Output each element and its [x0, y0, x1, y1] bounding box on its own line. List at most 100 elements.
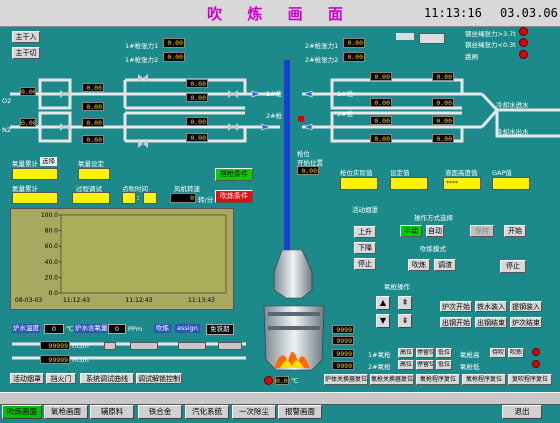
vessel-status-light — [264, 376, 273, 385]
lance-step-button[interactable]: 提钢装入 — [510, 301, 542, 312]
nav-lance-button[interactable]: 氧枪画面 — [44, 405, 88, 419]
lance-program-reset-button[interactable]: 氧枪程序复位 — [416, 374, 460, 385]
lance1-tension1-value: 0.00 — [163, 38, 185, 48]
lance-program-reset-button-2[interactable]: 氧枪程序复位 — [462, 374, 506, 385]
tap-end-button[interactable]: 出钢结束 — [475, 317, 507, 328]
n2-pressure-value-1: 0.00 — [82, 118, 104, 127]
oxy-content-unit: PPm — [128, 325, 143, 333]
active-hood-button[interactable]: 活动烟罩 — [10, 373, 44, 384]
o2-branch-value-2: 0.00 — [186, 93, 208, 102]
hood-down-button[interactable]: 下降 — [354, 242, 376, 254]
fan-speed-value: 0 — [170, 193, 196, 203]
vessel-bottom-value: 0.00 — [275, 376, 289, 385]
flow-valve-1[interactable] — [104, 342, 116, 350]
furnace-start-button[interactable]: 炉次开始 — [440, 301, 472, 312]
stop-button[interactable]: 停止 — [500, 260, 526, 273]
gun1-line-label: 1#枪 — [266, 90, 283, 98]
lance-down-arrow-icon[interactable]: ▼ — [376, 314, 390, 328]
blow-button[interactable]: 吹炼 — [408, 259, 430, 271]
x-date-prefix: 08-03-03 — [15, 297, 42, 304]
op-mode-label: 操作方式选择 — [414, 214, 453, 222]
furnace-switch-reset-button[interactable]: 炉体关换器复位 — [324, 374, 368, 385]
nav-vapor-system-button[interactable]: 汽化系统 — [185, 405, 229, 419]
main-cut-button[interactable]: 主干切 — [12, 47, 40, 59]
set-value-box[interactable] — [390, 177, 428, 190]
indicator-bar — [396, 33, 414, 40]
cw-value-4: 0.00 — [432, 98, 454, 107]
debug-unlock-button[interactable]: 调试解锁控制 — [136, 373, 182, 384]
flow-value-2: 99999 — [40, 355, 70, 364]
oxy-temp-label: 炉水温度 — [12, 324, 40, 333]
furnace-end-button[interactable]: 炉次结束 — [510, 317, 542, 328]
flow-gauge-1 — [130, 342, 158, 350]
flow-value-1: 99999 — [40, 341, 70, 350]
system-debug-curve-button[interactable]: 系统调试曲线 — [80, 373, 134, 384]
point-time-min[interactable] — [122, 192, 136, 204]
select-badge[interactable]: 选择 — [40, 157, 57, 166]
point-time-sec[interactable] — [143, 192, 157, 204]
reblow-program-reset-button[interactable]: 复吹程序复位 — [508, 374, 552, 385]
fire-gate-button[interactable]: 挡火门 — [46, 373, 76, 384]
hood-stop-button[interactable]: 停止 — [354, 258, 376, 270]
gun2-stay-status: 停留位 — [416, 360, 434, 370]
nav-exit-button[interactable]: 退出 — [502, 405, 542, 419]
nav-alarm-button[interactable]: 报警画面 — [278, 405, 322, 419]
gun2-line-label: 2#枪 — [266, 112, 283, 120]
hold-mode-button[interactable]: 保持 — [470, 225, 494, 237]
gap-value-box — [492, 177, 530, 190]
x-tick-label: 11:13:43 — [188, 297, 215, 304]
burn-condition-button[interactable]: 摆枪条件 — [215, 168, 253, 181]
lance-up-fast-arrow-icon[interactable]: ⇞ — [398, 296, 412, 310]
n2-pressure-value-2: 0.00 — [82, 135, 104, 144]
gun2-low-status: 低位 — [436, 360, 452, 370]
lance-low-label: 氧枪低 — [460, 363, 480, 371]
nav-ferroalloy-button[interactable]: 铁合金 — [138, 405, 182, 419]
flow-unit-1: m3/h — [72, 342, 89, 350]
lance-switch-reset-button[interactable]: 氧枪关换器复位 — [370, 374, 414, 385]
gun1-stay-status: 停留位 — [416, 348, 434, 358]
converter-vessel — [263, 250, 325, 371]
y-tick-label: 0.0 — [48, 290, 58, 297]
nav-dedust-button[interactable]: 一次除尘 — [232, 405, 276, 419]
gun1-status-label: 1#氧枪 — [368, 351, 391, 359]
fan-speed-label: 风机转速 — [174, 185, 200, 193]
refine-button[interactable]: 调渣 — [434, 259, 456, 271]
o2-total-value — [12, 168, 58, 180]
lance2-tension1-label: 2#枪张力1 — [305, 42, 339, 50]
nav-blowing-button[interactable]: 吹炼画面 — [2, 405, 42, 419]
vessel-bottom-unit: ℃ — [291, 377, 299, 385]
cw-value-2: 0.00 — [432, 72, 454, 81]
oxy-temp-value: 0 — [44, 324, 64, 334]
gun1-right-label: 1#枪 — [337, 90, 354, 98]
auto-mode-button[interactable]: 自动 — [426, 225, 444, 237]
blowing-screen: 吹 炼 画 面 11:13:16 03.03.06 主干入 主干切 1#枪张力1… — [0, 0, 560, 423]
manual-mode-button[interactable]: 手动 — [400, 225, 422, 237]
tap-start-button[interactable]: 出钢开始 — [440, 317, 472, 328]
alarm-label-high: 钢丝绳张力>3.7t — [465, 30, 516, 38]
hood-up-button[interactable]: 上升 — [354, 226, 376, 238]
start-button[interactable]: 开始 — [504, 225, 526, 237]
o2-flow-value-1: 0.00 — [20, 87, 36, 96]
y-tick-label: 60.0 — [45, 243, 59, 250]
o2-set-value[interactable] — [78, 168, 110, 180]
lance-op-label: 氧枪操作 — [384, 283, 410, 291]
alarm-label-low: 钢丝绳张力<0.3t — [465, 41, 516, 49]
o2-total-label: 氧量累计 — [12, 160, 38, 168]
lance-pipe — [284, 60, 290, 250]
cw-value-6: 0.00 — [432, 116, 454, 125]
lance2-tension1-value: 0.00 — [343, 38, 365, 48]
trend-chart-svg: 100.0 80.0 60.0 40.0 20.0 0.0 11:12:43 11:12:4… — [15, 212, 227, 304]
main-in-button[interactable]: 主干入 — [12, 31, 40, 43]
gun-low-light — [532, 360, 540, 368]
right-value-1: 9999 — [332, 325, 354, 334]
cooling-in-label: 冷却水进水 — [496, 101, 529, 109]
lance-down-fast-arrow-icon[interactable]: ⇟ — [398, 314, 412, 328]
blow-condition-button[interactable]: 吹炼条件 — [215, 190, 253, 203]
iron-in-button[interactable]: 铁水装入 — [475, 301, 507, 312]
nav-aux-material-button[interactable]: 辅原料 — [90, 405, 134, 419]
assign-label[interactable]: assign — [175, 324, 200, 333]
lance-up-arrow-icon[interactable]: ▲ — [376, 296, 390, 310]
oxy-content-label: 炉水含氧量 — [74, 324, 109, 333]
refill-label[interactable]: 免铁期 — [206, 324, 234, 335]
lance1-tension1-label: 1#枪张力1 — [125, 42, 159, 50]
